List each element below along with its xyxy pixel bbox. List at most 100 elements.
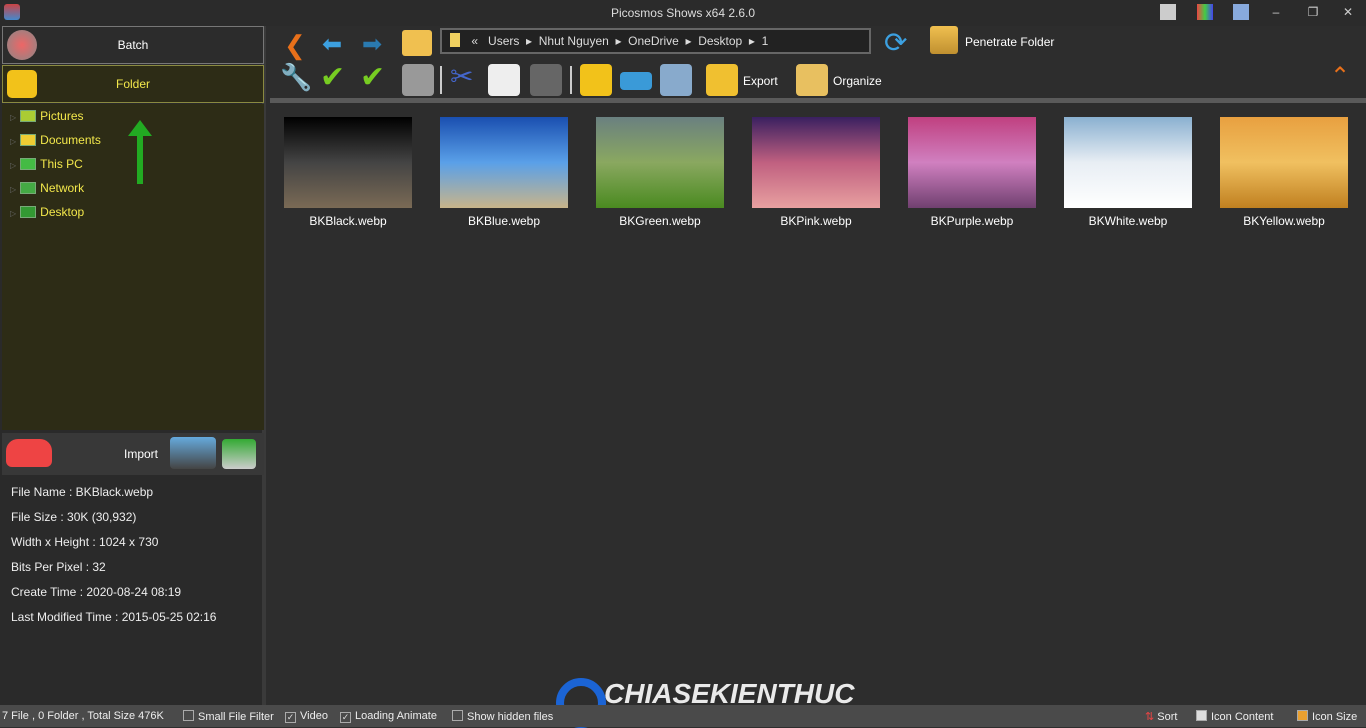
tree-item-network[interactable]: ▷ Network xyxy=(10,178,84,198)
folder-tree: ▷ Pictures ▷ Documents ▷ This PC ▷ Network ▷… xyxy=(2,104,264,430)
network-icon xyxy=(20,182,37,194)
breadcrumb-item[interactable]: OneDrive xyxy=(628,34,679,48)
divider xyxy=(440,66,442,94)
folder-label: Folder xyxy=(115,77,150,91)
checkbox[interactable] xyxy=(452,710,463,721)
thumbnail-label[interactable]: BKWhite.webp xyxy=(1050,214,1206,228)
thumbnail-image[interactable] xyxy=(1064,117,1192,208)
thumbnail-image[interactable] xyxy=(752,117,880,208)
thumbnail-image[interactable] xyxy=(1220,117,1348,208)
icon-content-label: Icon Content xyxy=(1211,711,1274,723)
maximize-button[interactable]: ❐ xyxy=(1305,4,1321,20)
thumbnail-image[interactable] xyxy=(596,117,724,208)
collapse-up-icon[interactable]: ⌃ xyxy=(1330,62,1350,91)
video-checkbox[interactable]: ✓ Video xyxy=(285,710,328,723)
sort-button[interactable]: ⇅ Sort xyxy=(1145,710,1177,723)
trash-icon[interactable] xyxy=(402,64,434,96)
tools-icon[interactable]: 🔧 xyxy=(280,62,312,93)
close-button[interactable]: ✕ xyxy=(1340,4,1356,20)
check-all-icon[interactable]: ✔ xyxy=(320,60,345,95)
folder-button[interactable]: Folder xyxy=(2,65,264,103)
thumbnail-label[interactable]: BKYellow.webp xyxy=(1206,214,1362,228)
icon-content-icon xyxy=(1196,710,1207,721)
icon-size-label: Icon Size xyxy=(1312,711,1358,723)
penetrate-folder-button[interactable]: Penetrate Folder xyxy=(965,35,1054,49)
penetrate-folder-icon[interactable] xyxy=(930,26,958,54)
info-file-name: File Name : BKBlack.webp xyxy=(11,485,154,499)
sort-icon: ⇅ xyxy=(1145,711,1155,723)
breadcrumb-item[interactable]: Desktop xyxy=(698,34,742,48)
batch-button[interactable]: Batch xyxy=(2,26,264,64)
folder-small-icon xyxy=(450,33,460,47)
tree-item-pictures[interactable]: ▷ Pictures xyxy=(10,106,84,126)
info-modified-time: Last Modified Time : 2015-05-25 02:16 xyxy=(11,610,217,624)
folder-up-icon[interactable] xyxy=(402,30,432,56)
desktop-icon xyxy=(20,206,37,218)
thumbnail-label[interactable]: BKGreen.webp xyxy=(582,214,738,228)
thumbnail-image[interactable] xyxy=(440,117,568,208)
export-button[interactable]: Export xyxy=(743,74,778,88)
camera-import-icon[interactable] xyxy=(170,437,216,469)
tree-label: This PC xyxy=(40,157,83,171)
favorite-add-icon[interactable] xyxy=(6,439,52,467)
tree-label: Documents xyxy=(40,133,101,147)
cut-icon[interactable]: ✂ xyxy=(450,60,473,93)
thumbnail-label[interactable]: BKPink.webp xyxy=(738,214,894,228)
refresh-icon[interactable]: ⟳ xyxy=(884,26,907,59)
info-file-size: File Size : 30K (30,932) xyxy=(11,510,137,524)
forward-arrow-icon[interactable]: ➡ xyxy=(362,30,382,59)
thumbnail-label[interactable]: BKBlue.webp xyxy=(426,214,582,228)
breadcrumb-item[interactable]: 1 xyxy=(762,34,769,48)
divider xyxy=(570,66,572,94)
status-bar: 7 File , 0 Folder , Total Size 476K Smal… xyxy=(0,705,1366,727)
paste-icon[interactable] xyxy=(530,64,562,96)
checkbox-label: Loading Animate xyxy=(355,710,437,722)
thumbnail-image[interactable] xyxy=(908,117,1036,208)
import-bar: Import xyxy=(2,433,264,475)
icon-content-button[interactable]: Icon Content xyxy=(1196,710,1273,723)
loading-animate-checkbox[interactable]: ✓ Loading Animate xyxy=(340,710,437,723)
checkbox[interactable]: ✓ xyxy=(285,712,296,723)
breadcrumb-overflow[interactable]: « xyxy=(471,34,478,48)
breadcrumb-item[interactable]: Users xyxy=(488,34,519,48)
print-icon[interactable] xyxy=(660,64,692,96)
tree-item-this-pc[interactable]: ▷ This PC xyxy=(10,154,83,174)
thumbnail-image[interactable] xyxy=(284,117,412,208)
tree-label: Pictures xyxy=(40,109,84,123)
icon-size-button[interactable]: Icon Size xyxy=(1297,710,1357,723)
tree-item-documents[interactable]: ▷ Documents xyxy=(10,130,101,150)
organize-icon[interactable] xyxy=(796,64,828,96)
breadcrumb-item[interactable]: Nhut Nguyen xyxy=(539,34,609,48)
copy-icon[interactable] xyxy=(488,64,520,96)
show-hidden-checkbox[interactable]: Show hidden files xyxy=(452,710,553,723)
color-icon[interactable] xyxy=(1197,4,1213,20)
uncheck-icon[interactable]: ✔ xyxy=(360,60,385,95)
thumbnail-label[interactable]: BKBlack.webp xyxy=(270,214,426,228)
checkbox[interactable] xyxy=(183,710,194,721)
back-chevron-icon[interactable]: ❮ xyxy=(284,30,306,61)
small-file-filter-checkbox[interactable]: Small File Filter xyxy=(183,710,274,723)
export-icon[interactable] xyxy=(706,64,738,96)
drive-import-icon[interactable] xyxy=(222,439,256,469)
rename-icon[interactable] xyxy=(620,72,652,90)
thumbnail-label[interactable]: BKPurple.webp xyxy=(894,214,1050,228)
back-arrow-icon[interactable]: ⬅ xyxy=(322,30,342,59)
status-summary: 7 File , 0 Folder , Total Size 476K xyxy=(2,710,164,722)
address-bar[interactable]: « Users ▸ Nhut Nguyen ▸ OneDrive ▸ Deskt… xyxy=(440,28,871,54)
thumbnail-grid: BKBlack.webp BKBlue.webp BKGreen.webp BKPin… xyxy=(270,103,1366,705)
organize-button[interactable]: Organize xyxy=(833,74,882,88)
checkbox[interactable]: ✓ xyxy=(340,712,351,723)
folder-icon xyxy=(7,70,37,98)
new-folder-icon[interactable] xyxy=(580,64,612,96)
tree-item-desktop[interactable]: ▷ Desktop xyxy=(10,202,84,222)
monitor-icon[interactable] xyxy=(1233,4,1249,20)
info-dimensions: Width x Height : 1024 x 730 xyxy=(11,535,159,549)
computer-icon xyxy=(20,158,37,170)
minimize-button[interactable]: – xyxy=(1268,4,1284,20)
import-button[interactable]: Import xyxy=(124,447,158,461)
info-create-time: Create Time : 2020-08-24 08:19 xyxy=(11,585,182,599)
documents-icon xyxy=(20,134,37,146)
layout-icon[interactable] xyxy=(1160,4,1176,20)
sort-label: Sort xyxy=(1157,711,1178,723)
checkbox-label: Video xyxy=(300,710,328,722)
